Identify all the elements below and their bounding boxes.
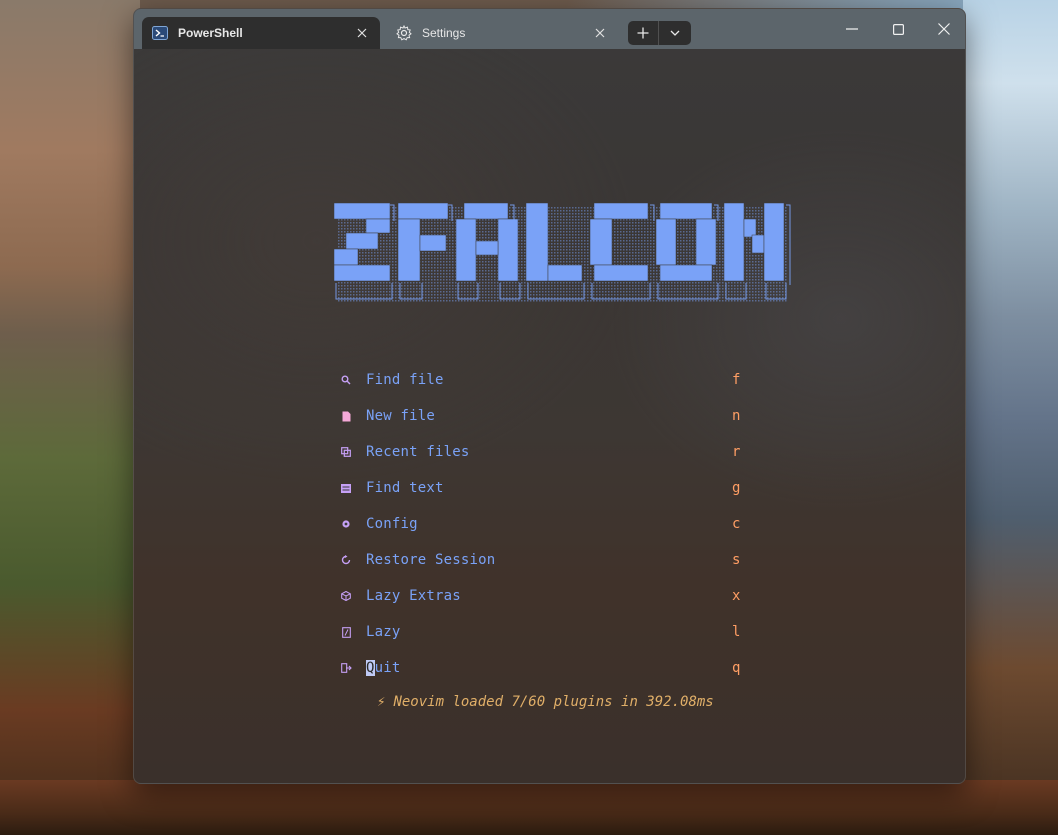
lightning-icon: ⚡	[377, 694, 386, 710]
menu-item-find-text[interactable]: Find text g	[340, 470, 760, 506]
menu-label: Recent files	[366, 444, 470, 460]
menu-shortcut-key: f	[732, 372, 741, 388]
menu-shortcut-key: x	[732, 588, 741, 604]
maximize-icon	[892, 23, 904, 35]
menu-shortcut-key: n	[732, 408, 741, 424]
config-gear-icon	[340, 518, 352, 530]
recent-files-icon	[340, 446, 352, 458]
menu-item-recent-files[interactable]: Recent files r	[340, 434, 760, 470]
terminal-window: PowerShell Settings Find file f New file…	[133, 8, 966, 784]
menu-shortcut-key: s	[732, 552, 741, 568]
gear-icon	[396, 25, 412, 41]
menu-label: Config	[366, 516, 418, 532]
dashboard-menu: Find file f New file n Recent files r Fi…	[340, 362, 760, 686]
new-tab-button[interactable]	[628, 21, 659, 45]
menu-label: Find text	[366, 480, 444, 496]
restore-icon	[340, 554, 352, 566]
menu-shortcut-key: q	[732, 660, 741, 676]
menu-item-lazy-extras[interactable]: Lazy Extras x	[340, 578, 760, 614]
menu-label: Lazy	[366, 624, 401, 640]
menu-shortcut-key: c	[732, 516, 741, 532]
plus-icon	[637, 27, 649, 39]
menu-label-rest: uit	[374, 660, 401, 676]
menu-item-restore-session[interactable]: Restore Session s	[340, 542, 760, 578]
new-file-icon	[340, 410, 352, 422]
tab-label: PowerShell	[178, 26, 243, 40]
menu-item-config[interactable]: Config c	[340, 506, 760, 542]
tab-powershell[interactable]: PowerShell	[142, 17, 380, 49]
tab-close-icon[interactable]	[352, 23, 372, 43]
find-text-icon	[340, 482, 352, 494]
tab-settings[interactable]: Settings	[386, 17, 618, 49]
menu-item-quit[interactable]: Quit q	[340, 650, 760, 686]
terminal-pane[interactable]: Find file f New file n Recent files r Fi…	[134, 49, 965, 783]
tab-dropdown-button[interactable]	[659, 21, 690, 45]
menu-item-lazy[interactable]: Lazy l	[340, 614, 760, 650]
menu-shortcut-key: g	[732, 480, 741, 496]
menu-shortcut-key: r	[732, 444, 741, 460]
chevron-down-icon	[670, 30, 679, 36]
quit-icon	[340, 662, 352, 674]
package-icon	[340, 590, 352, 602]
close-button[interactable]	[921, 9, 965, 49]
maximize-button[interactable]	[875, 9, 921, 49]
menu-label: Quit	[366, 660, 401, 676]
minimize-icon	[846, 28, 858, 30]
powershell-icon	[152, 25, 168, 41]
menu-label: Lazy Extras	[366, 588, 461, 604]
startup-stats: Neovim loaded 7/60 plugins in 392.08ms	[393, 694, 714, 710]
menu-item-find-file[interactable]: Find file f	[340, 362, 760, 398]
menu-item-new-file[interactable]: New file n	[340, 398, 760, 434]
lazy-icon	[340, 626, 352, 638]
new-tab-group	[628, 21, 691, 45]
wallpaper-forest	[0, 780, 1058, 835]
zfalcon-logo	[333, 202, 791, 303]
menu-label: Restore Session	[366, 552, 496, 568]
tab-label: Settings	[422, 26, 466, 40]
wallpaper-mountains	[963, 0, 1058, 835]
close-icon	[938, 23, 950, 35]
wallpaper-cliff	[0, 0, 140, 835]
minimize-button[interactable]	[829, 9, 875, 49]
tab-close-icon[interactable]	[590, 23, 610, 43]
menu-shortcut-key: l	[732, 624, 741, 640]
menu-label: New file	[366, 408, 436, 424]
menu-label: Find file	[366, 372, 444, 388]
search-icon	[340, 374, 352, 386]
title-bar[interactable]: PowerShell Settings	[134, 9, 965, 49]
startup-footer: ⚡ Neovim loaded 7/60 plugins in 392.08ms	[377, 694, 714, 710]
text-cursor: Q	[366, 660, 375, 676]
